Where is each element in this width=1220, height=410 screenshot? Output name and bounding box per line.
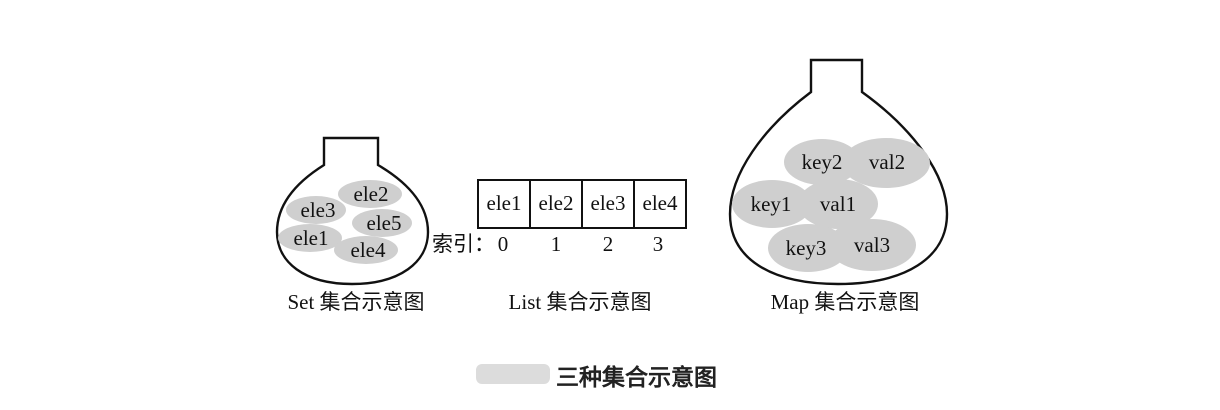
set-element: ele1 — [294, 226, 329, 250]
list-element: ele4 — [643, 191, 678, 215]
map-caption: Map 集合示意图 — [771, 290, 920, 314]
set-element: ele4 — [351, 238, 386, 262]
map-key: key2 — [802, 150, 843, 174]
list-diagram: ele1 ele2 ele3 ele4 索引： 0 1 2 3 List 集合示… — [432, 179, 687, 314]
set-caption: Set 集合示意图 — [287, 290, 424, 314]
map-diagram: key2 val2 key1 val1 key3 val3 Map 集合示意图 — [728, 58, 949, 314]
list-element: ele1 — [487, 191, 522, 215]
set-element: ele5 — [367, 211, 402, 235]
map-value: val1 — [820, 192, 856, 216]
list-index: 1 — [551, 232, 562, 256]
figure-caption: 三种集合示意图 — [556, 364, 717, 391]
list-caption: List 集合示意图 — [509, 290, 652, 314]
list-index: 3 — [653, 232, 664, 256]
set-diagram: ele2 ele3 ele5 ele1 ele4 Set 集合示意图 — [275, 136, 430, 314]
map-key: key3 — [786, 236, 827, 260]
set-element: ele2 — [354, 182, 389, 206]
list-element: ele2 — [539, 191, 574, 215]
set-element: ele3 — [301, 198, 336, 222]
list-element: ele3 — [591, 191, 626, 215]
list-index: 2 — [603, 232, 614, 256]
collections-diagram: ele2 ele3 ele5 ele1 ele4 Set 集合示意图 ele1 … — [275, 58, 949, 391]
map-key: key1 — [751, 192, 792, 216]
map-value: val2 — [869, 150, 905, 174]
caption-smudge-mark — [476, 364, 550, 384]
list-index: 0 — [498, 232, 509, 256]
list-index-label: 索引： — [432, 232, 495, 256]
map-value: val3 — [854, 233, 890, 257]
figure-caption-group: 三种集合示意图 — [476, 364, 717, 391]
